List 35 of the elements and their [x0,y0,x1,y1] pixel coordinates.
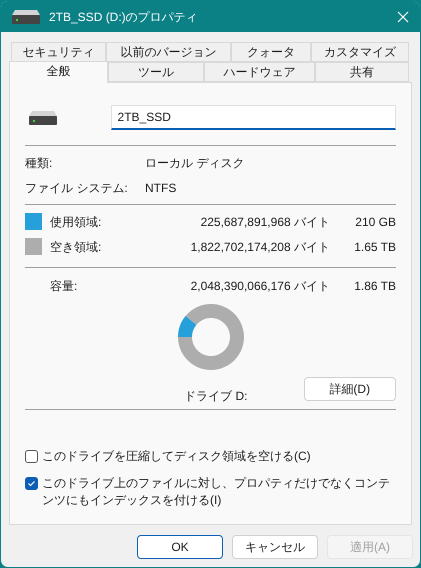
tab[interactable]: クォータ [231,42,311,62]
checkbox[interactable] [25,477,38,490]
tab[interactable]: 共有 [315,62,409,82]
space-label: 使用領域: [50,214,102,230]
drive-label: ドライブ D: [184,388,248,405]
space-label: 空き領域: [50,238,102,256]
tab[interactable]: ツール [108,62,204,82]
check-icon [27,479,36,488]
checkbox[interactable] [25,450,38,463]
capacity-bytes: 2,048,390,066,176 バイト [190,278,330,294]
drive-icon [28,110,58,124]
tab[interactable]: 以前のバージョン [106,42,231,62]
tab[interactable]: セキュリティ [11,42,106,62]
drive-icon [11,10,41,24]
option-label: このドライブを圧縮してディスク領域を空ける(C) [42,448,312,465]
close-icon[interactable] [397,10,409,22]
details-button[interactable]: 詳細(D) [304,377,396,401]
info-value: NTFS [145,180,176,197]
window-title: 2TB_SSD (D:)のプロパティ [49,8,198,26]
info-label: 種類: [25,155,54,172]
name-field[interactable]: 2TB_SSD [110,105,396,130]
space-bytes: 1,822,702,174,208 バイト [190,238,330,256]
option-label: このドライブ上のファイルに対し、プロパティだけでなくコンテンツにもインデックスを付ける(I) [42,475,391,509]
info-label: ファイル システム: [25,180,129,197]
dialog-button[interactable]: キャンセル [232,535,318,559]
tab[interactable]: 全般 [9,61,108,83]
tab[interactable]: カスタマイズ [311,42,409,62]
space-size: 1.65 TB [353,238,396,256]
info-value: ローカル ディスク [145,155,244,172]
tab[interactable]: ハードウェア [204,62,315,82]
capacity-size: 1.86 TB [353,278,396,294]
dialog-button[interactable]: OK [137,535,223,559]
space-bytes: 225,687,891,968 バイト [200,214,330,230]
space-size: 210 GB [354,214,396,230]
capacity-label: 容量: [49,278,78,294]
